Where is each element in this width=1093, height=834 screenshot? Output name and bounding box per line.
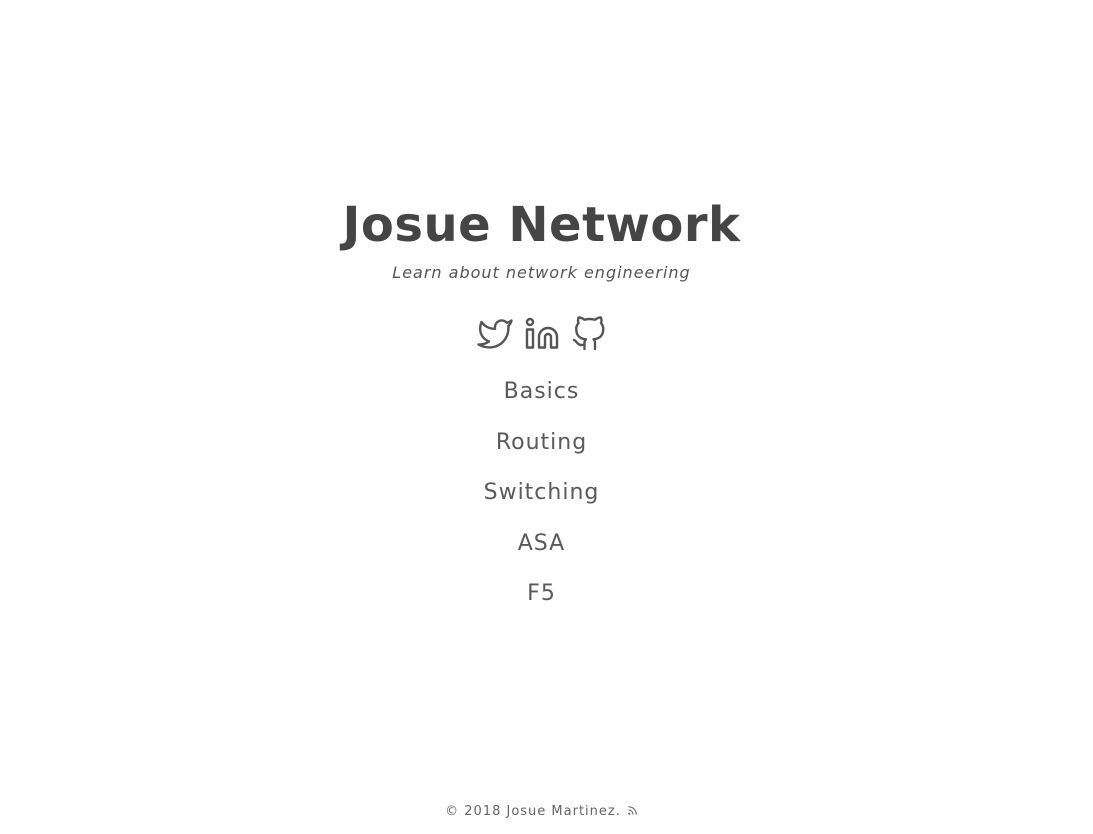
main-nav: Basics Routing Switching ASA F5 — [0, 374, 1083, 627]
copyright-text: © 2018 Josue Martinez. — [445, 804, 621, 819]
linkedin-link[interactable] — [524, 316, 560, 352]
nav-item-f5: F5 — [0, 576, 1083, 627]
nav-link-f5[interactable]: F5 — [527, 581, 556, 606]
nav-link-routing[interactable]: Routing — [496, 430, 587, 455]
github-link[interactable] — [571, 316, 607, 352]
footer: © 2018 Josue Martinez. — [0, 802, 1083, 823]
github-icon — [572, 316, 604, 351]
nav-link-asa[interactable]: ASA — [518, 531, 565, 556]
nav-item-switching: Switching — [0, 475, 1083, 526]
linkedin-icon — [525, 317, 558, 349]
site-title[interactable]: Josue Network — [0, 196, 1083, 254]
nav-link-basics[interactable]: Basics — [504, 379, 580, 404]
rss-icon — [628, 806, 637, 815]
social-links — [0, 316, 1083, 352]
nav-item-basics: Basics — [0, 374, 1083, 425]
nav-item-asa: ASA — [0, 526, 1083, 577]
site-tagline: Learn about network engineering — [392, 263, 691, 282]
nav-item-routing: Routing — [0, 425, 1083, 476]
twitter-icon — [476, 319, 513, 349]
nav-link-switching[interactable]: Switching — [484, 480, 600, 505]
rss-link[interactable] — [627, 803, 638, 823]
twitter-link[interactable] — [476, 316, 513, 352]
